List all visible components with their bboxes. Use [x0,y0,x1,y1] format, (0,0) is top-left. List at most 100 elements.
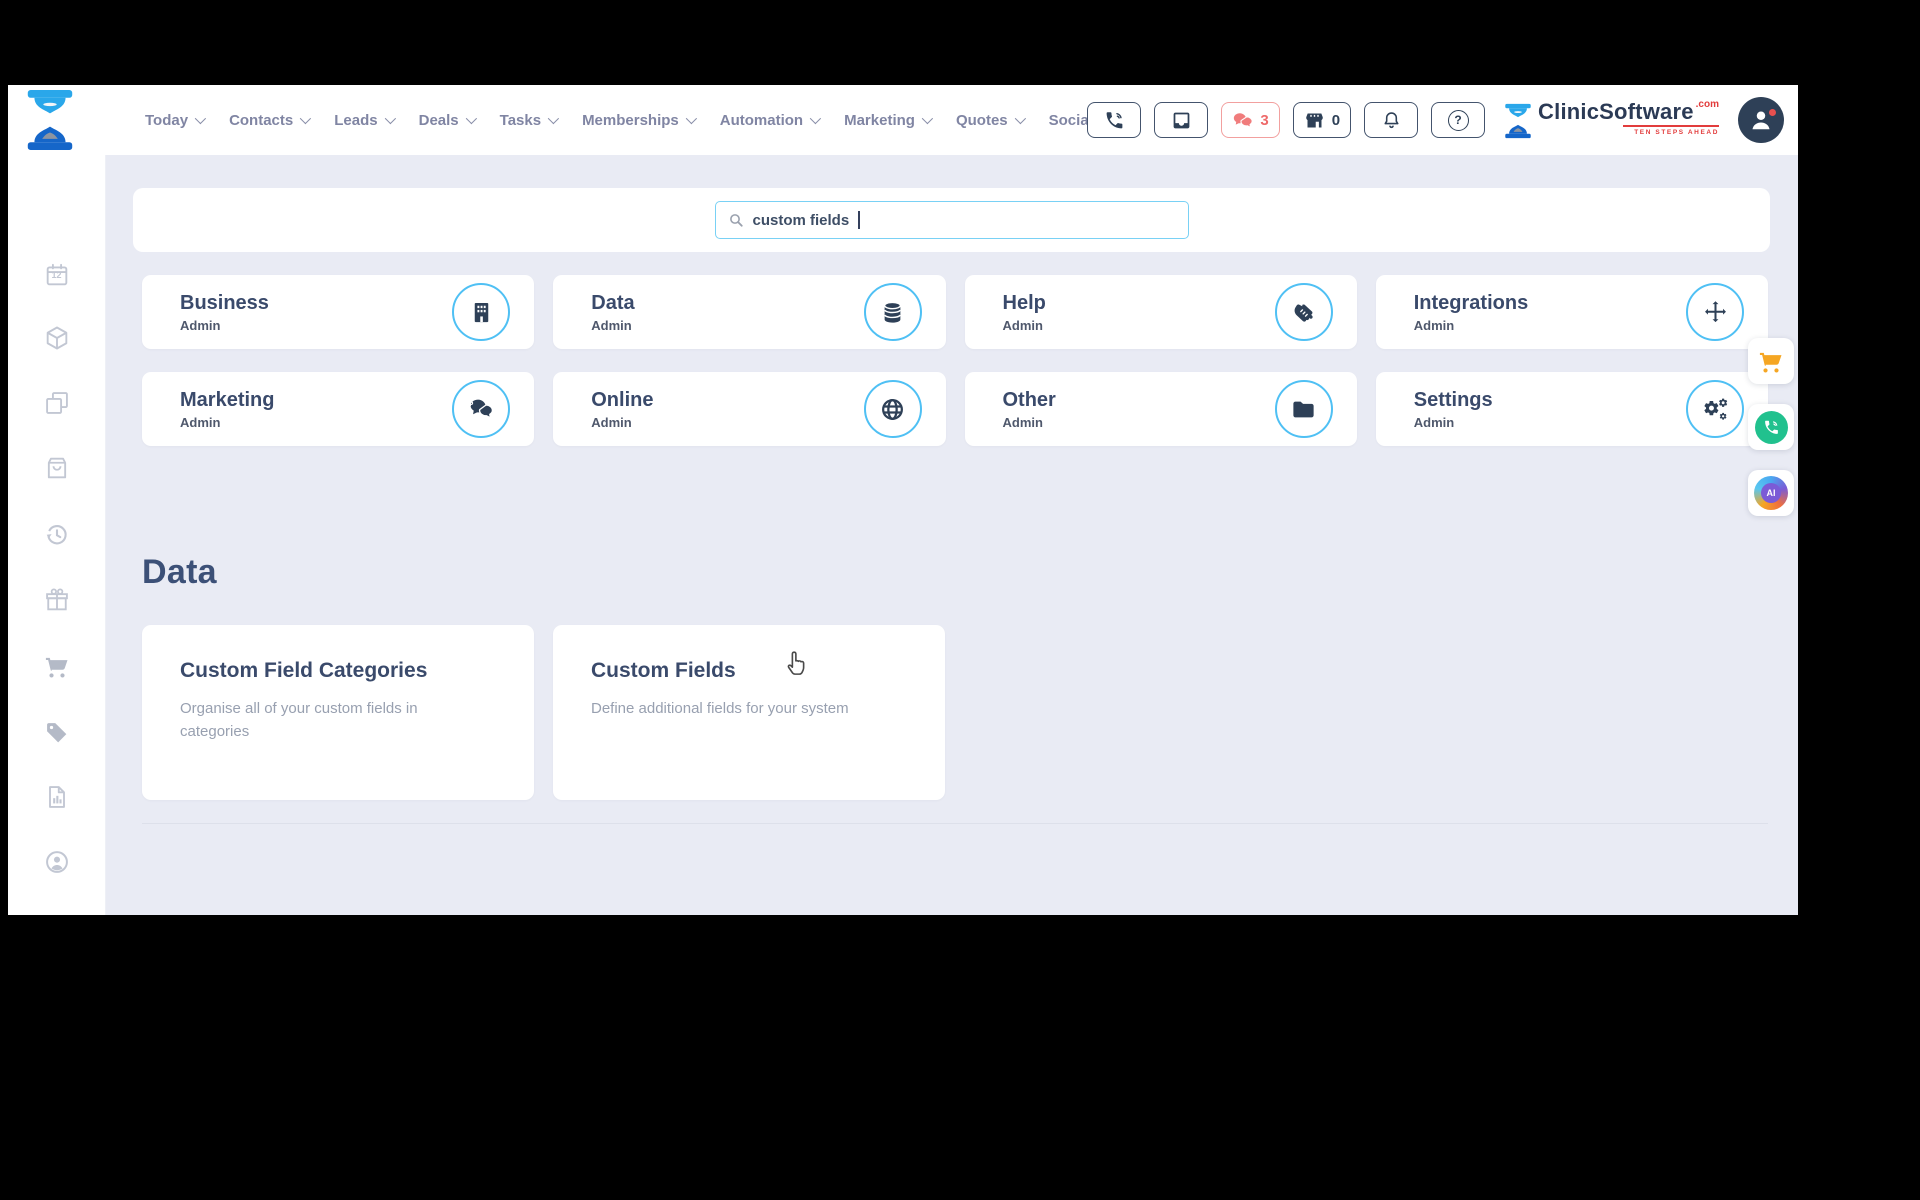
card-title: Online [591,388,654,411]
category-card-marketing[interactable]: Marketing Admin $ [142,372,535,446]
sidebar-calendar-icon[interactable]: 12 [43,261,71,289]
brand-hourglass-icon [1505,103,1531,139]
sidebar-lock-icon[interactable] [43,914,71,915]
app-logo-hourglass-icon[interactable] [25,90,75,150]
avatar-status-dot [1769,109,1776,116]
nav-label: Automation [719,111,804,129]
nav-label: Leads [334,111,378,129]
nav-item-deals[interactable]: Deals [418,111,477,129]
nav-label: Deals [418,111,459,129]
search-button[interactable] [1048,107,1074,133]
sidebar-shopping-bag-icon[interactable] [43,454,71,482]
messages-button[interactable]: 3 [1221,102,1280,138]
database-icon [863,283,922,341]
chevron-down-icon [547,112,560,125]
card-subtitle: Admin [180,317,221,333]
sidebar-copy-icon[interactable] [43,389,71,417]
search-input-value: custom fields [752,211,850,229]
top-bar: Today Contacts Leads Deals Tasks Members… [8,85,1798,155]
inbox-icon [1173,112,1190,128]
ai-label: AI [1761,483,1781,503]
category-card-help[interactable]: Help Admin [964,275,1357,349]
sidebar-history-icon[interactable] [43,521,71,549]
phone-icon [1754,410,1788,444]
nav-item-leads[interactable]: Leads [334,111,396,129]
category-card-integrations[interactable]: Integrations Admin [1375,275,1768,349]
result-card-custom-field-categories[interactable]: Custom Field Categories Organise all of … [142,625,534,800]
sidebar-cube-icon[interactable] [43,324,71,352]
folder-icon [1274,380,1333,438]
category-card-online[interactable]: Online Admin [553,372,946,446]
chat-bubbles-icon [1233,112,1254,128]
sidebar-account-icon[interactable] [43,848,71,876]
calendar-day-number: 12 [51,270,62,280]
card-subtitle: Admin [180,414,221,430]
nav-item-memberships[interactable]: Memberships [582,112,697,129]
dollar-sign: $ [468,397,474,407]
card-subtitle: Admin [591,414,632,430]
section-divider [142,823,1768,824]
nav-item-today[interactable]: Today [145,112,207,129]
nav-item-automation[interactable]: Automation [719,111,822,129]
nav-label: Contacts [229,111,294,129]
admin-category-grid: Business Admin Data Admin Help Admin Int… [142,275,1768,446]
text-caret [858,211,860,229]
search-icon [1048,85,1074,195]
floating-cart-button[interactable] [1748,338,1794,384]
brand-underline [1623,125,1719,127]
brand-text: ClinicSoftware .com TEN STEPS AHEAD [1538,99,1719,136]
phone-icon [1105,110,1123,129]
search-panel: custom fields [133,188,1770,252]
admin-search-input[interactable]: custom fields [714,201,1189,239]
chevron-down-icon [465,112,477,125]
cart-icon [1759,352,1782,373]
nav-item-quotes[interactable]: Quotes [956,112,1026,129]
sidebar-cart-icon[interactable] [43,652,71,680]
move-arrows-icon [1686,283,1744,341]
top-actions: 3 0 ? ClinicSoftware .com TEN STEPS AHEA… [1048,85,1784,155]
store-count-badge: 0 [1331,111,1341,129]
category-card-data[interactable]: Data Admin [553,275,946,349]
category-card-settings[interactable]: Settings Admin [1375,372,1768,446]
brand-tagline: TEN STEPS AHEAD [1634,129,1719,136]
chevron-down-icon [1014,112,1026,125]
main-content: custom fields Business Admin Data Admin [105,155,1798,915]
nav-label: Marketing [844,111,915,129]
brand-tld: .com [1695,99,1719,110]
inbox-button[interactable] [1154,102,1209,138]
chevron-down-icon [921,112,934,125]
sidebar-gift-icon[interactable] [43,586,71,614]
result-title: Custom Field Categories [180,659,428,682]
left-sidebar: 12 [8,155,106,915]
help-button[interactable]: ? [1431,102,1486,138]
notifications-button[interactable] [1364,102,1419,138]
sidebar-report-icon[interactable] [43,783,71,811]
nav-item-marketing[interactable]: Marketing [844,111,934,129]
screen: Today Contacts Leads Deals Tasks Members… [0,0,1920,1200]
user-avatar[interactable] [1738,97,1784,143]
floating-ai-assistant-button[interactable]: AI [1748,470,1794,516]
nav-item-tasks[interactable]: Tasks [500,112,560,129]
card-title: Other [1002,388,1056,411]
question-mark-icon: ? [1447,109,1469,131]
chevron-down-icon [809,112,822,125]
clinicsoftware-brand[interactable]: ClinicSoftware .com TEN STEPS AHEAD [1504,99,1719,139]
result-card-custom-fields[interactable]: Custom Fields Define additional fields f… [553,625,945,800]
money-chat-icon: $ [452,380,511,438]
search-results: Custom Field Categories Organise all of … [142,625,945,800]
card-title: Settings [1413,388,1493,411]
nav-item-contacts[interactable]: Contacts [229,111,312,129]
brand-name: ClinicSoftware [1538,99,1694,124]
sidebar-tag-icon[interactable] [43,719,71,747]
category-card-business[interactable]: Business Admin [142,275,535,349]
card-title: Data [591,291,635,314]
floating-phone-button[interactable] [1748,404,1794,450]
main-nav: Today Contacts Leads Deals Tasks Members… [145,85,1140,155]
search-icon [729,213,743,227]
phone-button[interactable] [1087,102,1142,138]
chevron-down-icon [685,112,697,125]
card-title: Help [1002,291,1046,314]
category-card-other[interactable]: Other Admin [964,372,1357,446]
store-icon [1305,113,1323,127]
store-button[interactable]: 0 [1292,102,1352,138]
